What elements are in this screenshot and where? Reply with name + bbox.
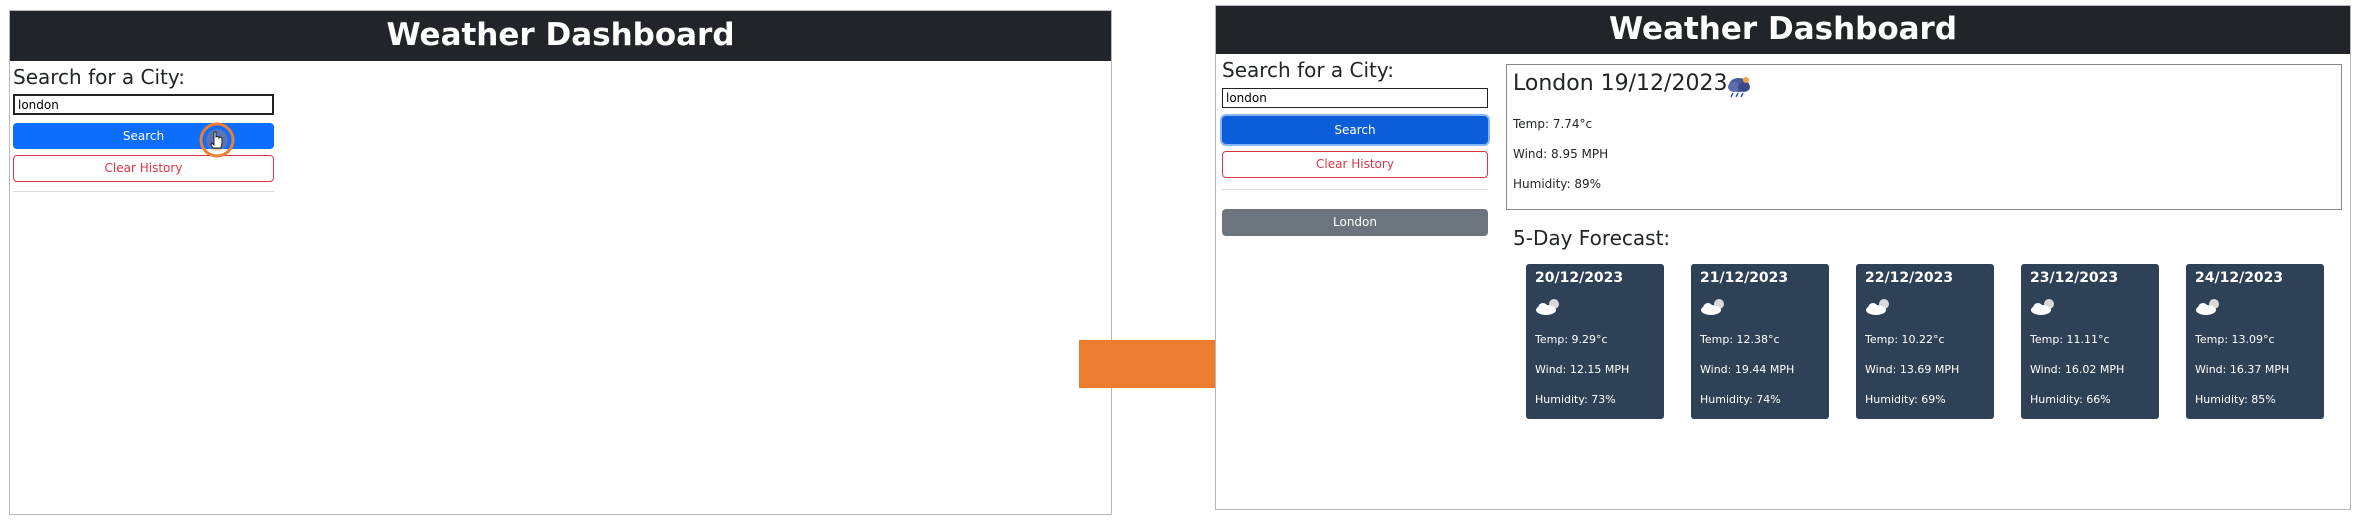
partly-cloudy-icon bbox=[1866, 299, 1889, 315]
current-city-date: London 19/12/2023 bbox=[1513, 71, 1728, 96]
forecast-wind: Wind: 13.69 MPH bbox=[1865, 363, 1960, 376]
app-title: Weather Dashboard bbox=[386, 17, 735, 53]
search-heading: Search for a City: bbox=[1222, 58, 1395, 82]
sidebar-divider bbox=[1222, 189, 1488, 190]
app-header: Weather Dashboard bbox=[1216, 6, 2350, 54]
forecast-date: 20/12/2023 bbox=[1535, 270, 1624, 286]
forecast-card: 24/12/2023 Temp: 13.09°c Wind: 16.37 MPH… bbox=[2186, 264, 2324, 419]
forecast-temp: Temp: 12.38°c bbox=[1700, 333, 1780, 346]
partly-cloudy-icon bbox=[2196, 299, 2219, 315]
forecast-card: 20/12/2023 Temp: 9.29°c Wind: 12.15 MPH … bbox=[1526, 264, 1664, 419]
history-button-london[interactable]: London bbox=[1222, 209, 1488, 236]
partly-cloudy-icon bbox=[1536, 299, 1559, 315]
rain-cloud-icon bbox=[1728, 77, 1750, 98]
search-button[interactable]: Search bbox=[1222, 116, 1488, 144]
forecast-date: 21/12/2023 bbox=[1700, 270, 1789, 286]
after-screenshot-panel: Weather Dashboard Search for a City: Sea… bbox=[1215, 5, 2351, 510]
forecast-date: 24/12/2023 bbox=[2195, 270, 2284, 286]
current-wind: Wind: 8.95 MPH bbox=[1513, 147, 1609, 161]
forecast-wind: Wind: 19.44 MPH bbox=[1700, 363, 1795, 376]
forecast-wind: Wind: 16.37 MPH bbox=[2195, 363, 2290, 376]
forecast-humidity: Humidity: 69% bbox=[1865, 393, 1946, 406]
forecast-card: 21/12/2023 Temp: 12.38°c Wind: 19.44 MPH… bbox=[1691, 264, 1829, 419]
app-header: Weather Dashboard bbox=[10, 11, 1111, 61]
clear-history-button[interactable]: Clear History bbox=[13, 155, 274, 182]
partly-cloudy-icon bbox=[2031, 299, 2054, 315]
app-title: Weather Dashboard bbox=[1608, 11, 1958, 47]
clear-history-button[interactable]: Clear History bbox=[1222, 151, 1488, 178]
forecast-heading: 5-Day Forecast: bbox=[1513, 226, 1671, 250]
forecast-temp: Temp: 9.29°c bbox=[1535, 333, 1608, 346]
forecast-card: 23/12/2023 Temp: 11.11°c Wind: 16.02 MPH… bbox=[2021, 264, 2159, 419]
city-search-input[interactable] bbox=[1222, 88, 1488, 108]
before-screenshot-panel: Weather Dashboard Search for a City: Sea… bbox=[9, 10, 1112, 515]
forecast-humidity: Humidity: 74% bbox=[1700, 393, 1781, 406]
forecast-date: 22/12/2023 bbox=[1865, 270, 1954, 286]
forecast-humidity: Humidity: 73% bbox=[1535, 393, 1616, 406]
forecast-humidity: Humidity: 66% bbox=[2030, 393, 2111, 406]
forecast-wind: Wind: 12.15 MPH bbox=[1535, 363, 1630, 376]
forecast-temp: Temp: 11.11°c bbox=[2030, 333, 2110, 346]
forecast-humidity: Humidity: 85% bbox=[2195, 393, 2276, 406]
forecast-temp: Temp: 13.09°c bbox=[2195, 333, 2275, 346]
city-search-input[interactable] bbox=[13, 94, 274, 115]
partly-cloudy-icon bbox=[1701, 299, 1724, 315]
forecast-date: 23/12/2023 bbox=[2030, 270, 2119, 286]
search-heading: Search for a City: bbox=[13, 65, 186, 89]
forecast-temp: Temp: 10.22°c bbox=[1865, 333, 1945, 346]
current-humidity: Humidity: 89% bbox=[1513, 177, 1602, 191]
current-weather-card: London 19/12/2023 Temp: 7.74°c Wind: 8.9… bbox=[1506, 64, 2342, 210]
forecast-card: 22/12/2023 Temp: 10.22°c Wind: 13.69 MPH… bbox=[1856, 264, 1994, 419]
sidebar-divider bbox=[13, 191, 274, 192]
forecast-wind: Wind: 16.02 MPH bbox=[2030, 363, 2125, 376]
click-cursor-icon bbox=[199, 122, 235, 158]
current-temp: Temp: 7.74°c bbox=[1513, 117, 1593, 131]
